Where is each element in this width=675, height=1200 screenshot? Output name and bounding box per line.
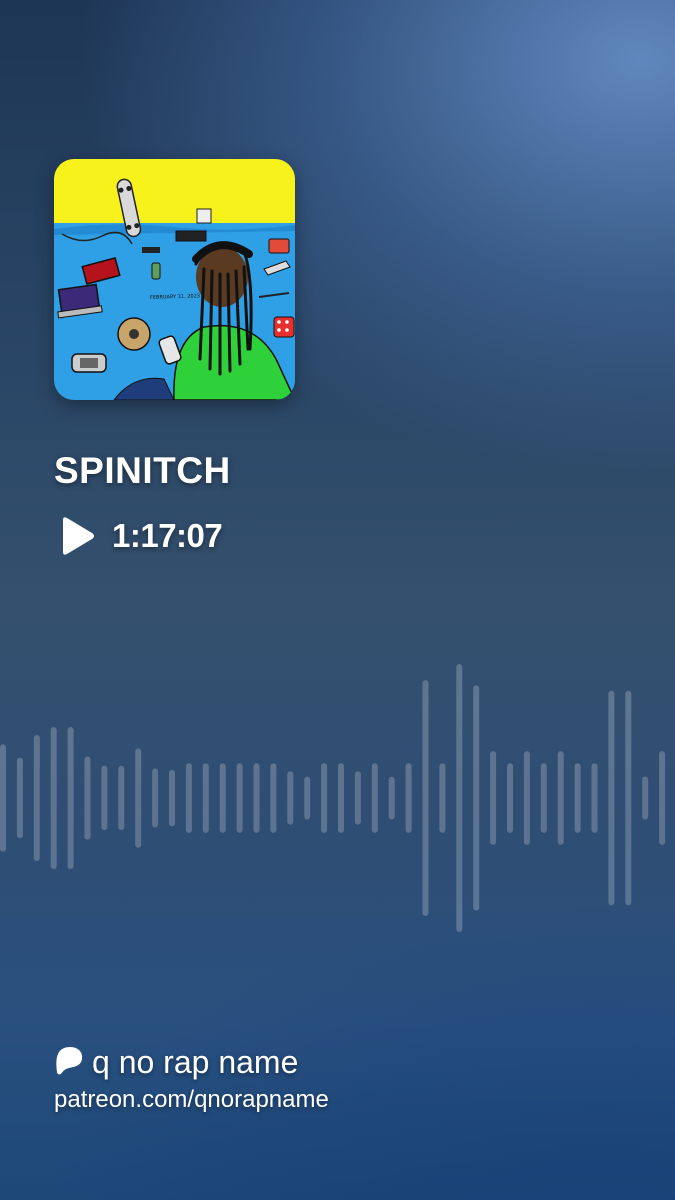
patreon-logo-icon xyxy=(54,1045,84,1080)
waveform-bar xyxy=(287,771,294,825)
waveform-bar xyxy=(490,751,497,845)
waveform-bar xyxy=(338,763,344,833)
waveform-bar xyxy=(67,727,74,869)
waveform-bar xyxy=(608,690,615,906)
episode-duration: 1:17:07 xyxy=(112,517,223,554)
episode-cover-art: FEBRUARY 11, 2023 xyxy=(54,159,295,400)
waveform-bar xyxy=(321,763,328,833)
creator-patreon-link[interactable]: patreon.com/qnorapname xyxy=(54,1086,329,1114)
waveform-bar xyxy=(135,748,142,848)
waveform-bar xyxy=(152,768,159,828)
play-button[interactable]: 1:17:07 xyxy=(58,512,223,560)
waveform-bar xyxy=(371,763,378,833)
waveform-bar xyxy=(642,776,649,820)
waveform-bar xyxy=(456,664,463,932)
waveform-bar xyxy=(16,757,23,839)
waveform-bar xyxy=(219,763,226,833)
waveform-bar xyxy=(202,763,209,833)
waveform-bar xyxy=(185,763,192,833)
creator-row: q no rap name xyxy=(54,1044,298,1081)
waveform-bar xyxy=(523,751,530,845)
waveform-bar xyxy=(473,685,480,911)
waveform-bar xyxy=(253,763,260,833)
episode-title: SPINITCH xyxy=(54,450,231,491)
waveform-bar xyxy=(405,763,412,833)
waveform-bar xyxy=(50,727,57,869)
waveform-bar xyxy=(354,771,361,825)
waveform-bar xyxy=(236,763,243,833)
audio-waveform xyxy=(0,640,675,950)
waveform-bar xyxy=(439,763,446,833)
waveform-bar xyxy=(169,769,175,827)
waveform-bar xyxy=(557,751,564,845)
creator-name: q no rap name xyxy=(92,1044,299,1080)
waveform-bar xyxy=(33,735,40,861)
waveform-bar xyxy=(84,756,91,840)
waveform-bar xyxy=(0,744,6,852)
waveform-bar xyxy=(118,765,125,831)
waveform-bar xyxy=(540,763,547,833)
waveform-bar xyxy=(101,765,108,831)
play-icon[interactable] xyxy=(58,516,96,556)
waveform-bar xyxy=(625,690,632,906)
waveform-bar xyxy=(304,776,311,820)
waveform-bar xyxy=(507,763,513,833)
waveform-bar xyxy=(591,763,598,833)
waveform-bar xyxy=(659,751,666,845)
waveform-bar xyxy=(422,680,429,916)
waveform-bar xyxy=(388,776,395,820)
waveform-bar xyxy=(270,763,277,833)
waveform-bar xyxy=(574,763,581,833)
